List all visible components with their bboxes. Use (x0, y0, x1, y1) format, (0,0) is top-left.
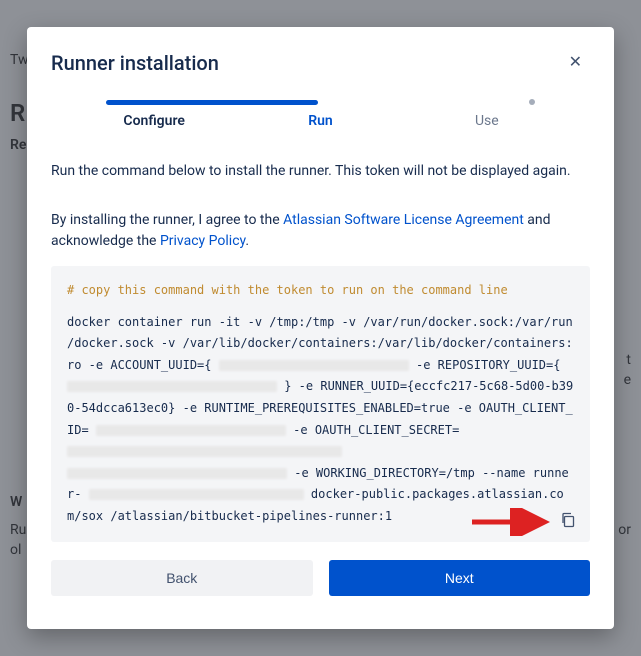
step-dot-pending (529, 99, 535, 105)
annotation-arrow (470, 508, 556, 536)
button-row: Back Next (51, 560, 590, 596)
privacy-policy-link[interactable]: Privacy Policy (160, 233, 245, 249)
runner-installation-modal: Runner installation ✕ Configure Run Use … (27, 27, 614, 629)
close-button[interactable]: ✕ (561, 51, 590, 75)
code-comment: # copy this command with the token to ru… (67, 280, 574, 302)
redacted-oauth-client-secret (67, 446, 342, 457)
step-labels: Configure Run Use (51, 113, 590, 129)
back-button[interactable]: Back (51, 560, 313, 596)
redacted-account-uuid (219, 360, 409, 371)
redacted-runner-name (89, 489, 304, 500)
code-seg: -e OAUTH_CLIENT_SECRET= (293, 423, 459, 437)
step-use: Use (404, 113, 570, 129)
agree-suffix: . (245, 233, 249, 249)
stepper (51, 99, 590, 105)
redacted-secret-cont (67, 468, 287, 479)
step-progress-done (106, 100, 318, 105)
next-button[interactable]: Next (329, 560, 591, 596)
redacted-repository-uuid (67, 381, 277, 392)
instruction-text: Run the command below to install the run… (51, 161, 590, 182)
install-command-block[interactable]: # copy this command with the token to ru… (51, 266, 590, 542)
agreement-text: By installing the runner, I agree to the… (51, 210, 590, 252)
close-icon: ✕ (569, 54, 582, 71)
code-seg: -e REPOSITORY_UUID={ (416, 358, 561, 372)
modal-title: Runner installation (51, 51, 219, 75)
step-progress-pending (318, 100, 530, 105)
copy-button[interactable] (560, 512, 576, 528)
step-run[interactable]: Run (237, 113, 403, 129)
modal-header: Runner installation ✕ (51, 51, 590, 99)
license-agreement-link[interactable]: Atlassian Software License Agreement (283, 212, 524, 228)
redacted-oauth-client-id (96, 425, 286, 436)
copy-icon (560, 512, 576, 528)
agree-prefix: By installing the runner, I agree to the (51, 212, 283, 228)
step-configure[interactable]: Configure (71, 113, 237, 129)
